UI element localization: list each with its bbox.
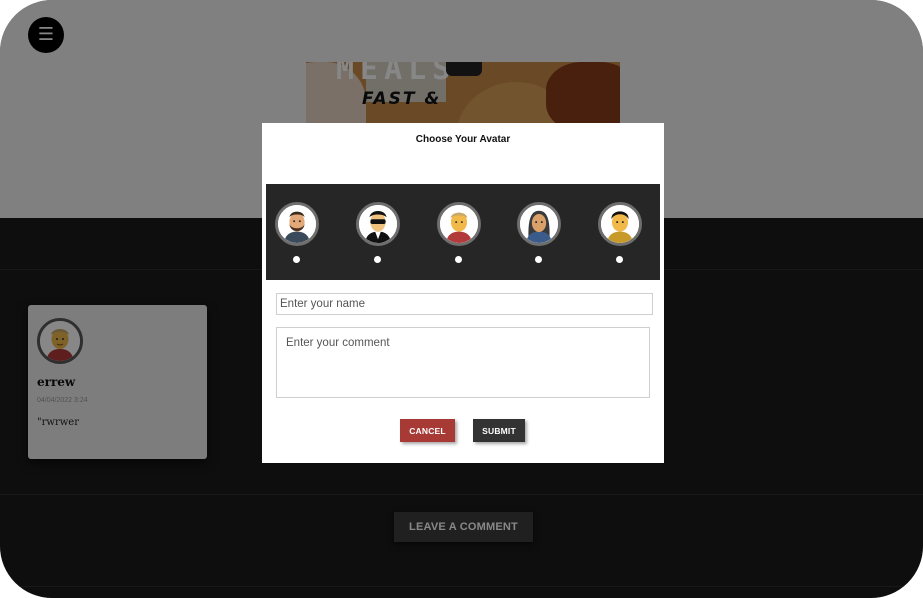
modal-title: Choose Your Avatar bbox=[415, 134, 511, 145]
avatar-radio[interactable] bbox=[616, 256, 623, 263]
avatar-modal: Choose Your Avatar Enter your name Enter… bbox=[262, 123, 664, 463]
dark-hair-woman-avatar-icon[interactable] bbox=[517, 202, 561, 246]
app-frame: MEALS FAST & ☰ errew 04/04/2022 3:24 "rw… bbox=[0, 0, 923, 598]
avatar-picker bbox=[266, 184, 660, 280]
black-hair-man-avatar-icon[interactable] bbox=[598, 202, 642, 246]
blond-man-avatar-icon[interactable] bbox=[437, 202, 481, 246]
submit-button[interactable]: SUBMIT bbox=[473, 419, 525, 442]
sunglasses-man-avatar-icon[interactable] bbox=[356, 202, 400, 246]
avatar-radio[interactable] bbox=[293, 256, 300, 263]
cancel-button[interactable]: CANCEL bbox=[400, 419, 455, 442]
bearded-man-avatar-icon[interactable] bbox=[275, 202, 319, 246]
name-input[interactable] bbox=[276, 293, 653, 315]
comment-input[interactable] bbox=[276, 327, 650, 398]
avatar-radio[interactable] bbox=[374, 256, 381, 263]
avatar-radio[interactable] bbox=[455, 256, 462, 263]
avatar-radio[interactable] bbox=[535, 256, 542, 263]
